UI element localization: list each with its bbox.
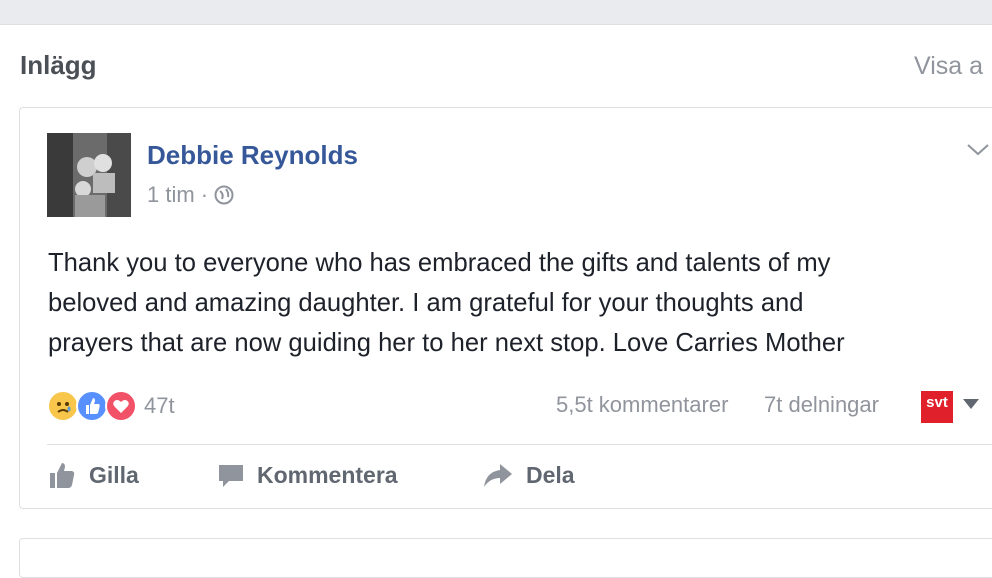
like-reaction-icon [76,390,108,422]
section-title: Inlägg [20,50,97,80]
shares-count-link[interactable]: 7t delningar [764,392,879,418]
actions-divider [47,444,992,445]
comment-button[interactable]: Kommentera [217,458,398,492]
post-text: Thank you to everyone who has embraced t… [48,243,983,363]
share-arrow-icon [484,464,512,487]
caret-down-icon[interactable] [963,399,979,409]
share-button[interactable]: Dela [482,458,575,492]
like-button[interactable]: Gilla [47,458,139,492]
comment-bubble-icon [219,465,243,487]
post-author-name[interactable]: Debbie Reynolds [147,140,358,171]
share-button-label: Dela [526,461,575,488]
post-meta: 1 tim · [147,182,234,208]
thumbs-up-icon [50,463,75,488]
post-text-line: beloved and amazing daughter. I am grate… [48,289,804,317]
svt-logo-text: svt [926,394,948,411]
posts-section-header [0,25,992,109]
meta-separator: · [200,182,209,207]
next-post-card [19,538,992,578]
chevron-down-icon[interactable] [965,140,991,160]
reactions-count: 47t [144,393,175,418]
see-all-link[interactable]: Visa a [914,52,983,81]
comments-count-link[interactable]: 5,5t kommentarer [556,392,728,418]
love-reaction-icon [105,390,137,422]
globe-icon[interactable] [214,185,234,205]
reactions-summary[interactable]: 47t [47,390,175,422]
comment-button-label: Kommentera [257,461,398,488]
post-text-line: Thank you to everyone who has embraced t… [48,249,831,277]
top-background-strip [0,0,992,25]
avatar[interactable] [47,133,131,217]
post-text-line: prayers that are now guiding her to her … [48,329,845,357]
sad-reaction-icon [47,390,79,422]
svt-page-logo[interactable]: svt [921,391,953,423]
post-timestamp[interactable]: 1 tim [147,182,195,208]
like-button-label: Gilla [89,461,139,488]
